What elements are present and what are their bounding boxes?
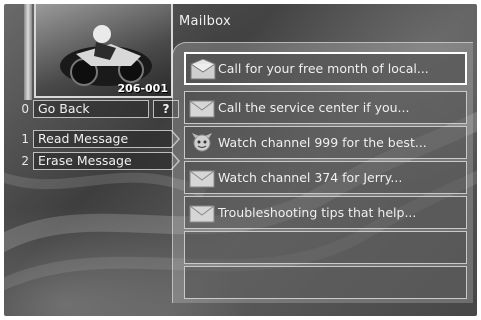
message-subject: Watch channel 374 for Jerry... xyxy=(218,170,403,185)
message-item[interactable]: Call the service center if you... xyxy=(184,91,467,124)
menu-number: 0 xyxy=(21,102,29,116)
menu-number: 1 xyxy=(21,132,29,146)
message-subject: Call the service center if you... xyxy=(218,100,410,115)
read-message-button[interactable]: Read Message xyxy=(33,130,172,148)
mascot-icon xyxy=(192,133,212,152)
frame-bar xyxy=(24,4,32,100)
message-subject: Troubleshooting tips that help... xyxy=(218,205,417,220)
envelope-icon xyxy=(189,170,215,188)
go-back-button[interactable]: Go Back xyxy=(33,100,149,118)
tv-preview-thumbnail: 206-001 xyxy=(34,4,173,98)
channel-label: 206-001 xyxy=(117,82,169,95)
message-item[interactable]: Watch channel 374 for Jerry... xyxy=(184,161,467,194)
envelope-icon xyxy=(189,100,215,118)
message-item[interactable]: Troubleshooting tips that help... xyxy=(184,196,467,229)
message-subject: Call for your free month of local... xyxy=(218,61,429,76)
tv-screen: 206-001 Mailbox 0 Go Back ? 1 Read Messa… xyxy=(4,4,477,316)
message-item[interactable]: Watch channel 999 for the best... xyxy=(184,126,467,159)
erase-message-button[interactable]: Erase Message xyxy=(33,152,172,170)
page-title: Mailbox xyxy=(179,14,232,29)
menu-number: 2 xyxy=(21,154,29,168)
message-item[interactable]: Call for your free month of local... xyxy=(184,52,467,85)
envelope-open-icon xyxy=(190,59,216,80)
message-item-empty[interactable] xyxy=(184,266,467,299)
message-item-empty[interactable] xyxy=(184,231,467,264)
message-subject: Watch channel 999 for the best... xyxy=(218,135,427,150)
envelope-icon xyxy=(189,205,215,223)
